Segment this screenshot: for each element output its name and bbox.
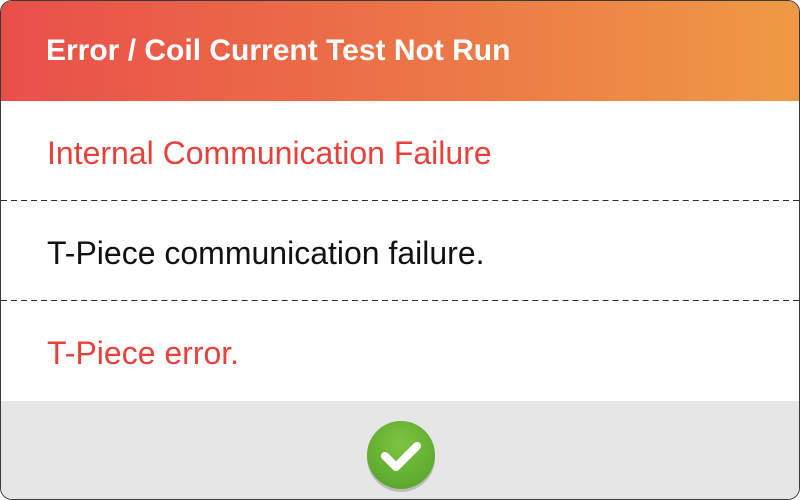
error-category-row: Internal Communication Failure [1,101,799,200]
dialog-title: Error / Coil Current Test Not Run [46,34,511,67]
dialog-header: Error / Coil Current Test Not Run [1,1,799,101]
checkmark-icon [367,421,435,492]
error-detail-text: T-Piece error. [47,335,240,371]
confirm-button[interactable] [364,419,438,493]
error-description-row: T-Piece communication failure. [1,201,799,300]
error-dialog: Error / Coil Current Test Not Run Intern… [0,0,800,500]
error-description-text: T-Piece communication failure. [47,235,485,271]
dialog-footer [1,401,799,499]
error-category-text: Internal Communication Failure [47,135,492,171]
error-detail-row: T-Piece error. [1,301,799,400]
